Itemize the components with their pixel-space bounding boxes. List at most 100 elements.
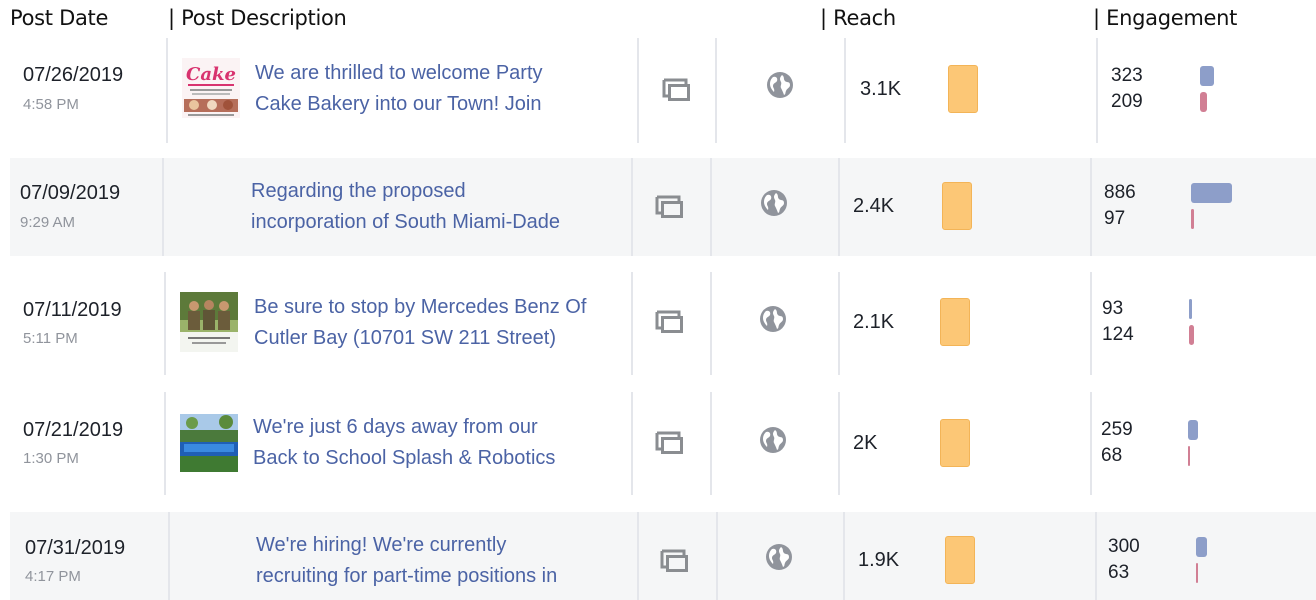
engagement-values: 300 63 xyxy=(1108,534,1140,586)
column-divider xyxy=(843,512,845,600)
engagement-bar xyxy=(1188,446,1190,466)
column-divider xyxy=(716,512,718,600)
engagement-value: 124 xyxy=(1102,324,1134,345)
post-time: 1:30 PM xyxy=(23,450,79,467)
post-row[interactable]: 07/11/2019 5:11 PM Be sure to stop by Me… xyxy=(10,272,1316,375)
reach-bar xyxy=(940,298,970,346)
column-divider xyxy=(1095,512,1097,600)
post-description-line: Cutler Bay (10701 SW 211 Street) xyxy=(254,327,556,349)
column-divider xyxy=(838,272,840,375)
column-divider xyxy=(164,392,166,495)
engagement-value: 68 xyxy=(1101,445,1123,466)
reach-bar xyxy=(942,182,972,230)
reach-bar xyxy=(948,65,978,113)
post-description-link[interactable]: Be sure to stop by Mercedes Benz Of Cutl… xyxy=(254,292,624,354)
post-time: 9:29 AM xyxy=(20,214,76,231)
column-divider xyxy=(637,38,639,143)
column-divider xyxy=(838,392,840,495)
post-description-link[interactable]: We're just 6 days away from our Back to … xyxy=(253,412,623,474)
header-engagement[interactable]: | Engagement xyxy=(1093,6,1237,30)
engagement-value: 259 xyxy=(1101,419,1133,440)
globe-icon xyxy=(767,72,793,98)
engagement-values: 259 68 xyxy=(1101,417,1133,469)
post-description-link[interactable]: We're hiring! We're currently recruiting… xyxy=(256,530,626,592)
engagement-value: 63 xyxy=(1108,562,1130,583)
globe-icon xyxy=(766,544,792,570)
post-description-link[interactable]: We are thrilled to welcome Party Cake Ba… xyxy=(255,58,625,120)
post-time: 4:58 PM xyxy=(23,96,79,113)
globe-icon xyxy=(760,306,786,332)
reach-bar xyxy=(940,419,970,467)
reach-value: 2.1K xyxy=(853,311,895,333)
reach-value: 2K xyxy=(853,432,878,454)
thumbnail-logo-text: Cake xyxy=(186,64,236,85)
engagement-bar xyxy=(1191,209,1194,229)
column-divider xyxy=(844,38,846,143)
post-date: 07/21/2019 xyxy=(23,419,124,441)
column-divider xyxy=(631,158,633,256)
engagement-value: 300 xyxy=(1108,536,1140,557)
post-description-line: Regarding the proposed xyxy=(251,180,466,202)
engagement-bar xyxy=(1196,537,1207,557)
post-thumbnail[interactable] xyxy=(180,292,238,352)
reach-value: 1.9K xyxy=(858,549,900,571)
post-date: 07/09/2019 xyxy=(20,182,121,204)
album-icon[interactable] xyxy=(655,310,685,334)
column-divider xyxy=(710,158,712,256)
column-divider xyxy=(631,392,633,495)
header-post-description[interactable]: | Post Description xyxy=(168,6,347,30)
post-row[interactable]: 07/09/2019 9:29 AM Regarding the propose… xyxy=(10,158,1316,256)
post-description-line: Be sure to stop by Mercedes Benz Of xyxy=(254,296,587,318)
post-time: 4:17 PM xyxy=(25,568,81,585)
engagement-value: 93 xyxy=(1102,298,1124,319)
engagement-value: 97 xyxy=(1104,208,1126,229)
engagement-values: 93 124 xyxy=(1102,296,1134,348)
engagement-bar xyxy=(1200,66,1214,86)
engagement-bar xyxy=(1191,183,1232,203)
column-divider xyxy=(1096,38,1098,143)
column-divider xyxy=(838,158,840,256)
post-time: 5:11 PM xyxy=(23,330,78,347)
post-description-line: We are thrilled to welcome Party xyxy=(255,62,543,84)
column-divider xyxy=(168,512,170,600)
post-row[interactable]: 07/26/2019 4:58 PM Cake We are thrilled … xyxy=(10,38,1316,143)
engagement-value: 209 xyxy=(1111,91,1143,112)
engagement-values: 886 97 xyxy=(1104,180,1136,232)
column-divider xyxy=(637,512,639,600)
post-description-line: incorporation of South Miami-Dade xyxy=(251,211,561,233)
engagement-bar xyxy=(1189,299,1192,319)
post-thumbnail[interactable] xyxy=(180,414,238,472)
globe-icon xyxy=(761,190,787,216)
column-divider xyxy=(631,272,633,375)
column-divider xyxy=(162,158,164,256)
post-row[interactable]: 07/21/2019 1:30 PM We're just 6 days awa… xyxy=(10,392,1316,495)
post-description-link[interactable]: Regarding the proposed incorporation of … xyxy=(251,176,621,238)
column-divider xyxy=(1090,158,1092,256)
column-divider xyxy=(166,38,168,143)
post-description-line: We're just 6 days away from our xyxy=(253,416,538,438)
album-icon[interactable] xyxy=(655,195,685,219)
globe-icon xyxy=(760,427,786,453)
album-icon[interactable] xyxy=(655,431,685,455)
header-post-date[interactable]: Post Date xyxy=(10,6,108,30)
column-divider xyxy=(164,272,166,375)
post-row[interactable]: 07/31/2019 4:17 PM We're hiring! We're c… xyxy=(10,512,1316,600)
post-date: 07/11/2019 xyxy=(23,299,122,321)
engagement-values: 323 209 xyxy=(1111,63,1143,115)
engagement-value: 323 xyxy=(1111,65,1143,86)
post-date: 07/31/2019 xyxy=(25,537,126,559)
engagement-bar xyxy=(1196,563,1198,583)
post-thumbnail[interactable]: Cake xyxy=(182,58,240,118)
column-divider xyxy=(710,272,712,375)
header-reach[interactable]: | Reach xyxy=(820,6,896,30)
engagement-bar xyxy=(1189,325,1194,345)
column-divider xyxy=(1090,272,1092,375)
album-icon[interactable] xyxy=(662,78,692,102)
reach-value: 3.1K xyxy=(860,78,902,100)
post-description-line: recruiting for part-time positions in xyxy=(256,565,558,587)
post-description-line: We're hiring! We're currently xyxy=(256,534,507,556)
album-icon[interactable] xyxy=(660,549,690,573)
post-date: 07/26/2019 xyxy=(23,64,124,86)
reach-bar xyxy=(945,536,975,584)
column-divider xyxy=(1090,392,1092,495)
